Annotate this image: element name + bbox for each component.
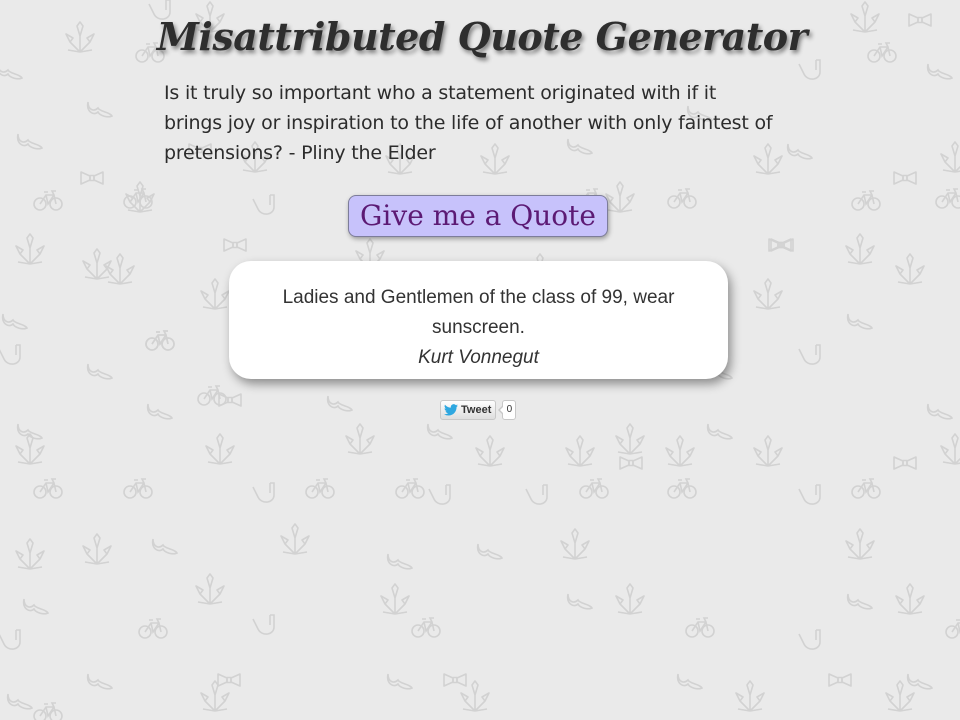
twitter-bird-icon [444, 404, 458, 416]
intro-text: Is it truly so important who a statement… [164, 82, 773, 164]
give-quote-button[interactable]: Give me a Quote [348, 195, 608, 237]
page-content: Misattributed Quote Generator Is it trul… [0, 0, 960, 720]
quote-text: Ladies and Gentlemen of the class of 99,… [282, 287, 675, 338]
tweet-button[interactable]: Tweet [440, 400, 497, 420]
tweet-label: Tweet [461, 404, 492, 416]
page-title: Misattributed Quote Generator [156, 14, 808, 59]
quote-card: Ladies and Gentlemen of the class of 99,… [229, 261, 728, 379]
quote-author: Kurt Vonnegut [418, 347, 539, 368]
tweet-count: 0 [498, 400, 517, 420]
tweet-widget: Tweet 0 [440, 400, 517, 420]
